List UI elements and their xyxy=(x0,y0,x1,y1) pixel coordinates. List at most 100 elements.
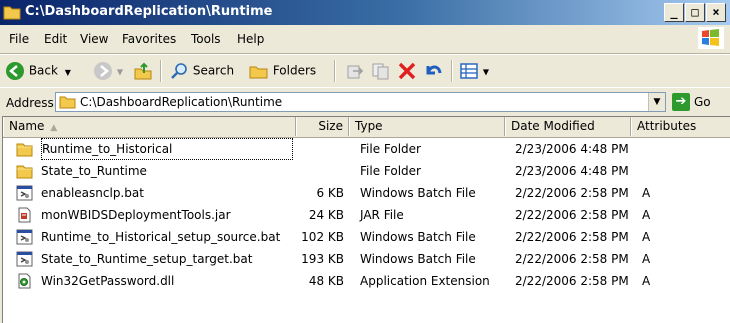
back-dropdown-icon[interactable]: ▼ xyxy=(65,68,71,77)
move-to-icon xyxy=(347,65,364,79)
file-name: monWBIDSDeploymentTools.jar xyxy=(41,208,231,222)
file-date-modified: 2/22/2006 2:58 PM xyxy=(515,186,629,200)
title-bar[interactable]: C:\DashboardReplication\Runtime _ □ × xyxy=(0,0,730,25)
file-date-modified: 2/23/2006 4:48 PM xyxy=(515,164,629,178)
windows-logo-icon xyxy=(698,27,724,49)
column-header-type-label: Type xyxy=(355,119,383,133)
folders-label: Folders xyxy=(272,63,317,78)
batch-file-icon xyxy=(16,185,33,201)
file-size: 24 KB xyxy=(308,208,344,222)
file-row[interactable]: monWBIDSDeploymentTools.jar 24 KB JAR File… xyxy=(3,204,730,226)
maximize-button[interactable]: □ xyxy=(685,3,705,22)
file-row[interactable]: enableasnclp.bat 6 KB Windows Batch File 2/… xyxy=(3,182,730,204)
file-row[interactable]: Runtime_to_Historical_setup_source.bat 10… xyxy=(3,226,730,248)
file-attributes xyxy=(642,138,702,160)
column-header-type[interactable]: Type xyxy=(349,117,505,136)
column-header-date-modified-label: Date Modified xyxy=(511,119,595,133)
menu-file[interactable]: File xyxy=(9,32,29,46)
column-header-row: Name ▲ Size Type Date Modified Attributes xyxy=(3,117,730,138)
go-label: Go xyxy=(694,95,711,109)
views-button[interactable]: ▼ xyxy=(459,61,489,81)
file-row[interactable]: Win32GetPassword.dll 48 KB Application Ext… xyxy=(3,270,730,292)
file-attributes: A xyxy=(642,230,651,244)
file-list: Name ▲ Size Type Date Modified Attributes… xyxy=(2,116,730,323)
folders-icon xyxy=(249,66,268,79)
file-type: Application Extension xyxy=(360,274,490,288)
menu-view[interactable]: View xyxy=(80,32,108,46)
back-button[interactable]: Back ▼ xyxy=(5,61,71,81)
move-to-button[interactable] xyxy=(345,61,365,81)
file-attributes: A xyxy=(642,186,651,200)
go-button[interactable]: ➔ Go xyxy=(672,93,711,111)
address-bar: Address C:\DashboardReplication\Runtime … xyxy=(0,87,730,116)
file-type: Windows Batch File xyxy=(360,230,476,244)
file-name: Runtime_to_Historical_setup_source.bat xyxy=(41,230,281,244)
file-size xyxy=(296,160,344,182)
file-name: Win32GetPassword.dll xyxy=(41,274,175,288)
file-date-modified: 2/22/2006 2:58 PM xyxy=(515,208,629,222)
copy-to-icon xyxy=(372,63,389,80)
column-header-size-label: Size xyxy=(318,119,343,133)
address-input[interactable]: C:\DashboardReplication\Runtime ▼ xyxy=(55,92,666,112)
file-date-modified: 2/23/2006 4:48 PM xyxy=(515,142,629,156)
file-attributes: A xyxy=(642,208,651,222)
forward-button[interactable]: ▼ xyxy=(93,61,123,81)
window-title: C:\DashboardReplication\Runtime xyxy=(25,4,273,19)
undo-icon xyxy=(426,65,442,75)
copy-to-button[interactable] xyxy=(371,61,391,81)
toolbar-separator xyxy=(451,60,453,82)
file-row[interactable]: State_to_Runtime File Folder 2/23/2006 4:4… xyxy=(3,160,730,182)
views-dropdown-icon[interactable]: ▼ xyxy=(483,68,489,77)
folders-button[interactable]: Folders xyxy=(249,61,316,81)
file-type: JAR File xyxy=(360,208,404,222)
menu-favorites[interactable]: Favorites xyxy=(122,32,176,46)
file-date-modified: 2/22/2006 2:58 PM xyxy=(515,252,629,266)
file-type: Windows Batch File xyxy=(360,186,476,200)
delete-button[interactable] xyxy=(397,61,417,81)
file-date-modified: 2/22/2006 2:58 PM xyxy=(515,274,629,288)
close-button[interactable]: × xyxy=(706,3,726,22)
toolbar-separator xyxy=(334,60,336,82)
back-label: Back xyxy=(28,63,58,78)
undo-button[interactable] xyxy=(423,61,443,81)
forward-arrow-icon xyxy=(94,62,112,80)
file-date-modified: 2/22/2006 2:58 PM xyxy=(515,230,629,244)
file-size: 102 KB xyxy=(301,230,344,244)
go-arrow-icon: ➔ xyxy=(672,93,690,111)
file-attributes: A xyxy=(642,274,651,288)
column-header-date-modified[interactable]: Date Modified xyxy=(505,117,631,136)
folder-icon xyxy=(3,6,21,20)
file-attributes: A xyxy=(642,252,651,266)
forward-dropdown-icon[interactable]: ▼ xyxy=(117,68,123,77)
search-label: Search xyxy=(192,63,235,78)
folder-icon xyxy=(16,141,33,157)
column-header-size[interactable]: Size xyxy=(296,117,349,136)
file-row[interactable]: State_to_Runtime_setup_target.bat 193 KB W… xyxy=(3,248,730,270)
menu-help[interactable]: Help xyxy=(237,32,264,46)
menu-tools[interactable]: Tools xyxy=(191,32,221,46)
file-size: 193 KB xyxy=(301,252,344,266)
menu-edit[interactable]: Edit xyxy=(44,32,67,46)
batch-file-icon xyxy=(16,251,33,267)
file-type: Windows Batch File xyxy=(360,252,476,266)
column-header-name[interactable]: Name ▲ xyxy=(3,117,296,136)
minimize-button[interactable]: _ xyxy=(664,3,684,22)
up-folder-button[interactable] xyxy=(133,61,153,81)
file-size: 6 KB xyxy=(316,186,344,200)
file-size: 48 KB xyxy=(308,274,344,288)
file-type: File Folder xyxy=(360,164,421,178)
address-dropdown-icon[interactable]: ▼ xyxy=(648,93,665,111)
file-name: State_to_Runtime_setup_target.bat xyxy=(41,252,253,266)
folder-icon xyxy=(59,96,76,109)
views-icon xyxy=(460,63,478,79)
file-name: enableasnclp.bat xyxy=(41,186,144,200)
explorer-window: C:\DashboardReplication\Runtime _ □ × File… xyxy=(0,0,730,323)
column-header-attributes-label: Attributes xyxy=(637,119,697,133)
column-header-attributes[interactable]: Attributes xyxy=(631,117,730,136)
search-icon xyxy=(171,63,187,79)
file-size xyxy=(296,138,344,160)
file-row[interactable]: Runtime_to_Historical File Folder 2/23/200… xyxy=(3,138,730,160)
search-button[interactable]: Search xyxy=(169,61,234,81)
jar-file-icon xyxy=(16,207,33,223)
file-type: File Folder xyxy=(360,142,421,156)
